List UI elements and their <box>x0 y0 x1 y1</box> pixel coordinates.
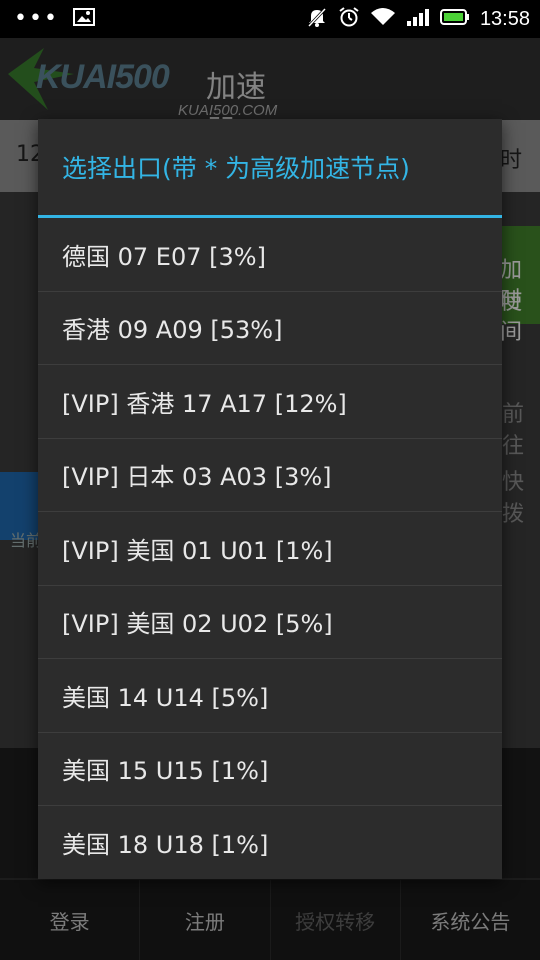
status-time: 13:58 <box>479 7 530 30</box>
exit-select-dialog: 选择出口(带 * 为高级加速节点) 德国 07 E07 [3%] 香港 09 A… <box>38 119 502 879</box>
exit-option-jp03[interactable]: [VIP] 日本 03 A03 [3%] <box>38 439 502 512</box>
image-notification-icon <box>72 8 95 30</box>
exit-option-us01[interactable]: [VIP] 美国 01 U01 [1%] <box>38 512 502 586</box>
wifi-icon <box>370 7 396 31</box>
exit-option-us15[interactable]: 美国 15 U15 [1%] <box>38 733 502 806</box>
status-bar: ••• 13:58 <box>0 0 540 38</box>
exit-option-hk17[interactable]: [VIP] 香港 17 A17 [12%] <box>38 365 502 439</box>
battery-icon <box>439 8 470 30</box>
exit-option-list: 德国 07 E07 [3%] 香港 09 A09 [53%] [VIP] 香港 … <box>38 218 502 879</box>
exit-option-us18[interactable]: 美国 18 U18 [1%] <box>38 806 502 879</box>
alarm-icon <box>338 6 360 32</box>
exit-option-us14[interactable]: 美国 14 U14 [5%] <box>38 659 502 733</box>
dialog-title: 选择出口(带 * 为高级加速节点) <box>62 154 410 183</box>
exit-option-de07[interactable]: 德国 07 E07 [3%] <box>38 218 502 292</box>
more-dots-icon: ••• <box>14 6 59 31</box>
exit-option-us02[interactable]: [VIP] 美国 02 U02 [5%] <box>38 586 502 659</box>
exit-option-hk09[interactable]: 香港 09 A09 [53%] <box>38 292 502 365</box>
signal-icon <box>406 8 430 30</box>
mute-icon <box>306 6 328 32</box>
